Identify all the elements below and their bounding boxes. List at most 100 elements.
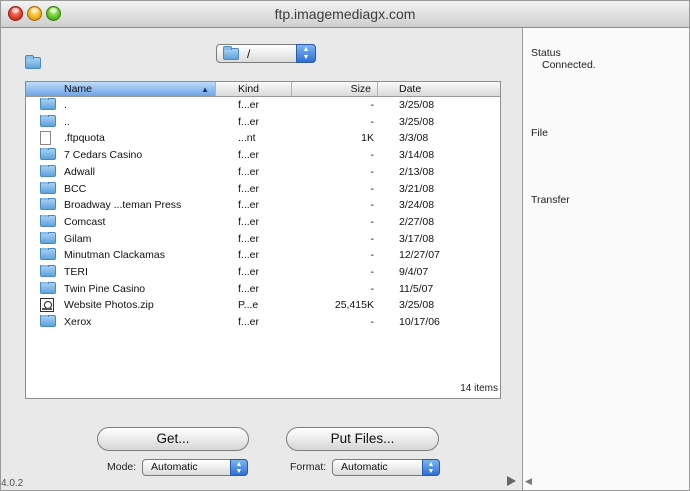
file-name: Comcast [64, 215, 106, 228]
drawer-toggle-icon[interactable] [507, 474, 519, 486]
file-kind: f...er [238, 99, 260, 111]
info-drawer: Status Connected. File Transfer ◀ [522, 28, 689, 490]
file-name: Adwall [64, 165, 95, 178]
row-icon [40, 231, 56, 247]
file-kind: f...er [238, 149, 260, 162]
file-kind: f...er [238, 249, 260, 262]
format-popup[interactable]: Automatic ▲ ▼ [332, 459, 440, 476]
file-name: .. [64, 115, 70, 128]
path-popup[interactable]: / ▲ ▼ [216, 44, 316, 63]
mode-popup[interactable]: Automatic ▲ ▼ [142, 459, 248, 476]
current-folder-icon[interactable] [25, 55, 41, 69]
sort-ascending-icon: ▲ [201, 85, 209, 94]
file-date: 12/27/07 [399, 249, 440, 262]
folder-icon [40, 231, 56, 244]
column-header-name[interactable]: Name ▲ [26, 82, 216, 96]
file-name: Xerox [64, 316, 92, 329]
folder-icon [40, 148, 56, 161]
format-value: Automatic [341, 461, 388, 473]
file-size: - [370, 115, 375, 128]
drawer-handle-icon[interactable]: ◀ [525, 476, 532, 487]
column-header-size[interactable]: Size [292, 82, 378, 96]
file-date: 3/17/08 [399, 232, 435, 245]
column-header-date[interactable]: Date [378, 82, 500, 96]
file-name: Minutman Clackamas [64, 249, 165, 262]
row-icon [40, 298, 54, 315]
table-row[interactable]: BCC f...er - 3/21/08 [26, 181, 500, 198]
file-kind: f...er [238, 182, 260, 195]
file-date: 10/17/06 [399, 316, 440, 329]
popup-arrows-icon: ▲ ▼ [422, 459, 440, 476]
file-size: - [370, 316, 375, 329]
document-icon [40, 131, 51, 146]
row-icon [40, 164, 56, 180]
mode-value: Automatic [151, 461, 198, 473]
file-date: 2/27/08 [399, 215, 435, 228]
version-label: 4.0.2 [1, 478, 24, 489]
table-header: Name ▲ Kind Size Date [26, 82, 500, 97]
row-icon [40, 315, 56, 330]
file-name: 7 Cedars Casino [64, 149, 143, 162]
title-bar[interactable]: ftp.imagemediagx.com [1, 1, 689, 28]
popup-arrows-icon: ▲ ▼ [296, 44, 316, 63]
put-files-button[interactable]: Put Files... [286, 427, 439, 451]
file-kind: f...er [238, 232, 260, 245]
file-name: Website Photos.zip [64, 299, 154, 312]
row-icon [40, 214, 56, 230]
file-size: - [370, 282, 375, 295]
folder-icon [40, 265, 56, 277]
row-icon [40, 248, 56, 263]
table-row[interactable]: Website Photos.zip P...e 25,415K 3/25/08 [26, 298, 500, 314]
file-size: - [370, 149, 375, 162]
row-icon [40, 198, 56, 213]
table-row[interactable]: Broadway ...teman Press f...er - 3/24/08 [26, 198, 500, 214]
file-date: 3/14/08 [399, 149, 435, 162]
table-row[interactable]: Xerox f...er - 10/17/06 [26, 315, 500, 331]
file-date: 2/13/08 [399, 165, 435, 178]
folder-icon [40, 248, 56, 261]
file-kind: f...er [238, 165, 260, 178]
window-title: ftp.imagemediagx.com [274, 6, 416, 22]
status-value: Connected. [542, 59, 596, 71]
item-count: 14 items [460, 383, 498, 394]
folder-icon [40, 114, 56, 127]
file-size: - [370, 165, 375, 178]
folder-icon [40, 181, 56, 194]
table-row[interactable]: TERI f...er - 9/4/07 [26, 265, 500, 281]
file-name: BCC [64, 182, 87, 195]
file-date: 3/21/08 [399, 182, 435, 195]
file-date: 3/25/08 [399, 99, 435, 111]
table-row[interactable]: Twin Pine Casino f...er - 11/5/07 [26, 281, 500, 298]
table-row[interactable]: Adwall f...er - 2/13/08 [26, 164, 500, 181]
file-kind: f...er [238, 266, 260, 278]
file-label: File [531, 127, 548, 139]
file-kind: f...er [238, 115, 260, 128]
archive-icon [40, 298, 54, 313]
status-label: Status [531, 47, 561, 59]
row-icon [40, 281, 56, 297]
popup-arrows-icon: ▲ ▼ [230, 459, 248, 476]
column-header-kind[interactable]: Kind [216, 82, 292, 96]
table-row[interactable]: 7 Cedars Casino f...er - 3/14/08 [26, 148, 500, 164]
path-value: / [247, 47, 251, 61]
ftp-window: ftp.imagemediagx.com / ▲ ▼ Name ▲ Kind Si… [0, 0, 690, 491]
file-kind: f...er [238, 316, 260, 329]
file-size: - [370, 199, 375, 212]
folder-icon [40, 164, 56, 177]
folder-icon [223, 46, 239, 60]
file-name: Broadway ...teman Press [64, 199, 182, 212]
table-row[interactable]: Minutman Clackamas f...er - 12/27/07 [26, 248, 500, 264]
row-icon [40, 265, 56, 280]
folder-icon [40, 281, 56, 294]
table-row[interactable]: . f...er - 3/25/08 [26, 98, 500, 114]
file-size: - [370, 232, 375, 245]
get-button[interactable]: Get... [97, 427, 249, 451]
table-row[interactable]: .ftpquota ...nt 1K 3/3/08 [26, 131, 500, 147]
table-row[interactable]: Comcast f...er - 2/27/08 [26, 214, 500, 231]
row-icon [40, 114, 56, 130]
file-list[interactable]: Name ▲ Kind Size Date . f...er - 3/25/08.. f… [25, 81, 501, 399]
folder-icon [40, 315, 56, 328]
table-row[interactable]: Gilam f...er - 3/17/08 [26, 231, 500, 248]
table-row[interactable]: .. f...er - 3/25/08 [26, 114, 500, 131]
file-size: - [370, 182, 375, 195]
